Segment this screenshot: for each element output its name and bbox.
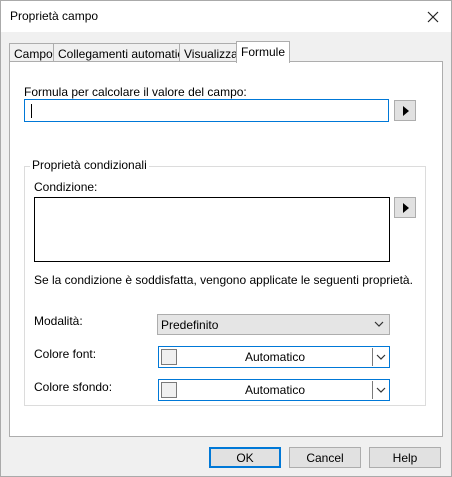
tab-formule[interactable]: Formule	[236, 41, 290, 63]
window-title: Proprietà campo	[10, 9, 99, 23]
bg-color-label: Colore sfondo:	[34, 380, 113, 394]
text-caret	[31, 104, 32, 118]
mode-value: Predefinito	[161, 318, 219, 332]
bg-color-swatch	[161, 382, 177, 398]
mode-label: Modalità:	[34, 314, 83, 328]
font-color-select[interactable]: Automatico	[158, 346, 390, 368]
title-bar: Proprietà campo	[1, 1, 451, 32]
tab-campo[interactable]: Campo	[9, 43, 54, 62]
font-color-label: Colore font:	[34, 347, 97, 361]
bg-color-value: Automatico	[244, 383, 306, 397]
cancel-button[interactable]: Cancel	[289, 447, 361, 468]
condition-info-text: Se la condizione è soddisfatta, vengono …	[34, 273, 413, 287]
close-icon	[427, 11, 439, 22]
formula-label: Formula per calcolare il valore del camp…	[24, 85, 247, 99]
bg-color-dropdown[interactable]	[372, 381, 388, 399]
condition-label: Condizione:	[34, 180, 98, 194]
conditional-group-title: Proprietà condizionali	[30, 158, 149, 172]
mode-select[interactable]: Predefinito	[157, 314, 390, 335]
triangle-right-icon	[403, 105, 409, 116]
chevron-down-icon	[374, 321, 384, 327]
font-color-swatch	[161, 349, 177, 365]
tab-collegamenti-automatici[interactable]: Collegamenti automatici	[53, 43, 186, 62]
ok-button[interactable]: OK	[209, 447, 281, 468]
chevron-down-icon	[376, 387, 386, 393]
dialog-window: Proprietà campo Campo Collegamenti autom…	[0, 0, 452, 477]
condition-insert-button[interactable]	[394, 197, 416, 218]
tab-visualizza[interactable]: Visualizza	[179, 43, 238, 62]
formula-input[interactable]	[24, 99, 389, 122]
chevron-down-icon	[376, 354, 386, 360]
close-button[interactable]	[415, 1, 451, 32]
bg-color-select[interactable]: Automatico	[158, 379, 390, 401]
help-button[interactable]: Help	[369, 447, 441, 468]
condition-input[interactable]	[34, 197, 390, 262]
formula-insert-button[interactable]	[394, 100, 416, 121]
font-color-dropdown[interactable]	[372, 348, 388, 366]
tab-panel-formule: Formula per calcolare il valore del camp…	[9, 61, 443, 437]
font-color-value: Automatico	[244, 350, 306, 364]
triangle-right-icon	[403, 202, 409, 213]
